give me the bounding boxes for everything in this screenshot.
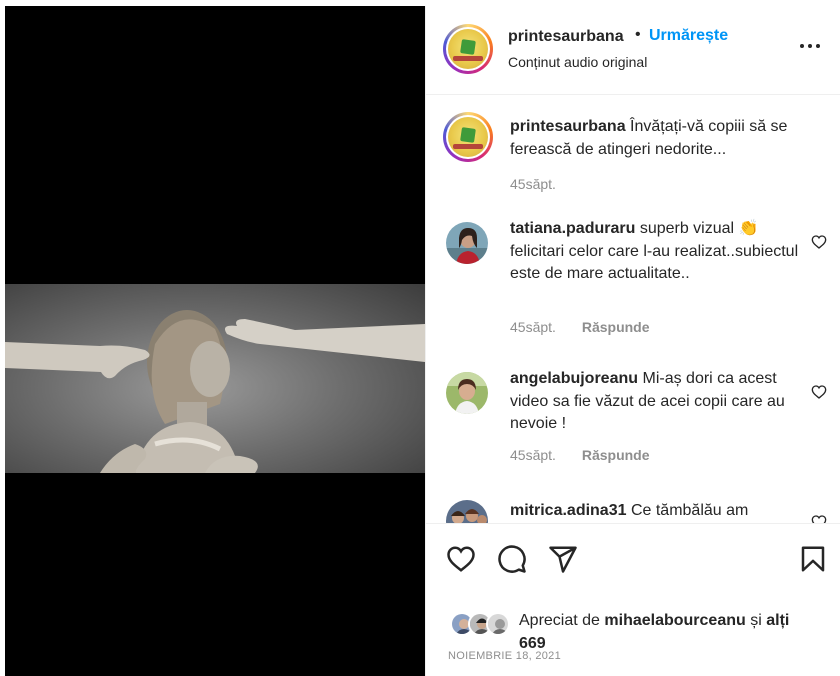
comment-like-heart-icon[interactable] — [811, 234, 827, 250]
printesa-urbana-logo — [448, 117, 488, 157]
reply-button[interactable]: Răspunde — [582, 319, 650, 335]
bookmark-icon[interactable] — [798, 544, 828, 574]
post-media[interactable] — [5, 6, 425, 676]
original-audio-link[interactable]: Conținut audio original — [508, 54, 647, 70]
likes-text: Apreciat de mihaelabourceanu și alți 669 — [519, 610, 819, 655]
post-date[interactable]: NOIEMBRIE 18, 2021 — [448, 650, 561, 662]
reply-button[interactable]: Răspunde — [582, 447, 650, 463]
post-panel: printesaurbana • Urmărește Conținut audi… — [425, 6, 840, 676]
comment-time[interactable]: 45săpt. — [510, 447, 556, 463]
caption-time[interactable]: 45săpt. — [510, 176, 556, 192]
liked-by-username[interactable]: mihaelabourceanu — [604, 612, 745, 629]
comment-icon[interactable] — [497, 544, 527, 574]
post-header: printesaurbana • Urmărește Conținut audi… — [426, 6, 840, 95]
comment-time[interactable]: 45săpt. — [510, 319, 556, 335]
heart-icon[interactable] — [446, 544, 476, 574]
comment-username[interactable]: angelabujoreanu — [510, 370, 638, 387]
caption-avatar[interactable] — [443, 112, 493, 162]
comment-like-heart-icon[interactable] — [811, 514, 827, 523]
comment-text: mitrica.adina31 Ce tămbălău am — [510, 500, 800, 523]
comment-meta: 45săpt. Răspunde — [510, 319, 650, 335]
commenter-avatar[interactable] — [446, 500, 488, 523]
liked-by-conjunction: și — [750, 612, 762, 629]
caption-meta: 45săpt. — [510, 176, 556, 192]
author-avatar[interactable] — [443, 24, 493, 74]
comment-username[interactable]: mitrica.adina31 — [510, 502, 627, 519]
likers-avatars[interactable] — [450, 612, 520, 638]
follow-button[interactable]: Urmărește — [649, 27, 728, 45]
liker-avatar[interactable] — [486, 612, 510, 636]
comment-username[interactable]: tatiana.paduraru — [510, 220, 635, 237]
video-still-image — [5, 310, 425, 473]
caption-text: printesaurbana Învățați-vă copiii să se … — [510, 116, 800, 161]
more-icon[interactable] — [798, 34, 822, 58]
caption-username[interactable]: printesaurbana — [510, 118, 626, 135]
comment-text: tatiana.paduraru superb vizual 👏 felicit… — [510, 218, 800, 286]
comment-text: angelabujoreanu Mi-aș dori ca acest vide… — [510, 368, 800, 436]
commenter-avatar[interactable] — [446, 222, 488, 264]
author-username[interactable]: printesaurbana — [508, 28, 624, 46]
liked-by-prefix: Apreciat de — [519, 612, 600, 629]
commenter-avatar[interactable] — [446, 372, 488, 414]
share-icon[interactable] — [548, 544, 578, 574]
separator-dot: • — [635, 26, 641, 43]
comment-body: Ce tămbălău am — [630, 502, 749, 519]
comment-like-heart-icon[interactable] — [811, 384, 827, 400]
printesa-urbana-logo — [448, 29, 488, 69]
comment-meta: 45săpt. Răspunde — [510, 447, 650, 463]
video-frame[interactable] — [5, 284, 425, 473]
post-actions: Apreciat de mihaelabourceanu și alți 669… — [426, 523, 840, 676]
likes-summary: Apreciat de mihaelabourceanu și alți 669 — [450, 598, 830, 652]
comments-list[interactable]: printesaurbana Învățați-vă copiii să se … — [426, 96, 840, 523]
